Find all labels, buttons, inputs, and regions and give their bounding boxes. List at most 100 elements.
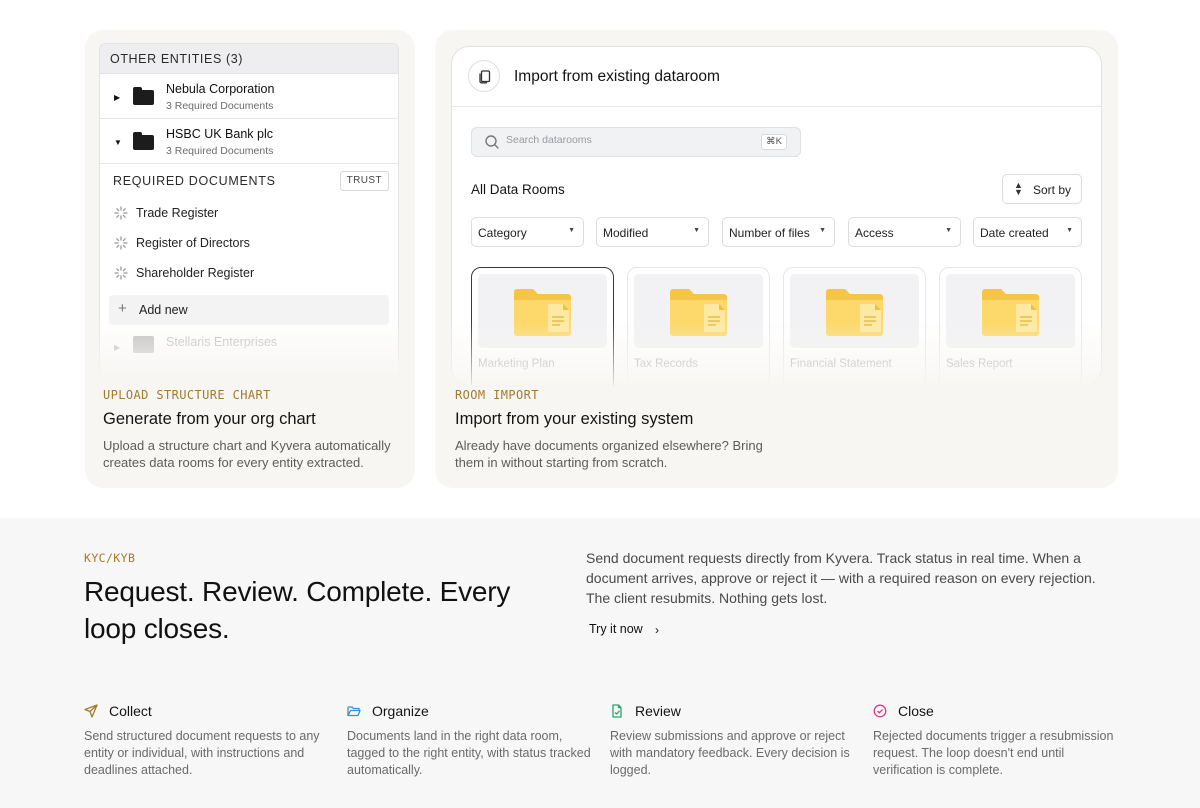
- feature-title: Close: [898, 703, 934, 719]
- chevron-down-icon: ▼: [945, 227, 952, 234]
- folder-icon: [133, 87, 154, 105]
- caption-title: Generate from your org chart: [103, 410, 316, 428]
- try-it-now-label: Try it now: [589, 622, 643, 636]
- filter-number-of-files[interactable]: Number of files ▼: [722, 217, 835, 247]
- filter-date-created[interactable]: Date created ▼: [973, 217, 1082, 247]
- room-name: Financial Statement: [790, 358, 892, 370]
- org-chart-card: OTHER ENTITIES (3) ▶ Nebula Corporation …: [85, 30, 415, 488]
- feature-description: Documents land in the right data room, t…: [347, 729, 591, 777]
- room-thumbnail: [946, 274, 1075, 348]
- entity-row-nebula[interactable]: ▶ Nebula Corporation 3 Required Document…: [100, 74, 398, 119]
- send-icon: [84, 704, 98, 718]
- document-item[interactable]: Trade Register: [100, 198, 398, 228]
- caption-label: ROOM IMPORT: [455, 388, 539, 402]
- sort-by-button[interactable]: ▲ ▼ Sort by: [1002, 174, 1082, 204]
- entity-name: HSBC UK Bank plc: [166, 127, 273, 141]
- feature-description: Send structured document requests to any…: [84, 729, 320, 777]
- folder-icon: [133, 132, 154, 150]
- entity-doc-count: 3 Required Documents: [166, 100, 274, 112]
- filter-label: Number of files: [729, 226, 810, 240]
- chevron-down-icon: ▼: [568, 227, 575, 234]
- chevron-right-icon: ›: [655, 623, 659, 637]
- document-item[interactable]: Register of Directors: [100, 228, 398, 258]
- feature-description: Rejected documents trigger a resubmissio…: [873, 729, 1114, 777]
- card-caption: UPLOAD STRUCTURE CHART Generate from you…: [103, 388, 397, 471]
- all-data-rooms-heading: All Data Rooms: [471, 182, 565, 197]
- file-check-icon: [612, 704, 622, 718]
- chevron-down-icon: ▼: [1066, 227, 1073, 234]
- room-tile-tax-records[interactable]: Tax Records: [627, 267, 770, 385]
- section-lead: Send document requests directly from Kyv…: [586, 550, 1096, 606]
- filter-modified[interactable]: Modified ▼: [596, 217, 709, 247]
- import-panel-header: Import from existing dataroom: [452, 47, 1101, 107]
- room-thumbnail: [478, 274, 607, 348]
- chevron-down-icon: ▼: [693, 227, 700, 234]
- filter-access[interactable]: Access ▼: [848, 217, 961, 247]
- room-tile-marketing-plan[interactable]: Marketing Plan: [471, 267, 614, 385]
- filter-label: Modified: [603, 226, 649, 240]
- feature-title: Review: [635, 703, 681, 719]
- entities-panel: OTHER ENTITIES (3) ▶ Nebula Corporation …: [99, 43, 399, 378]
- room-name: Sales Report: [946, 358, 1013, 370]
- entity-name: Stellaris Enterprises: [166, 335, 278, 349]
- caption-description: Already have documents organized elsewhe…: [455, 438, 763, 470]
- feature-description: Review submissions and approve or reject…: [610, 729, 850, 777]
- filter-label: Category: [478, 226, 527, 240]
- required-documents-label: REQUIRED DOCUMENTS: [113, 174, 276, 188]
- copy-icon[interactable]: [468, 60, 500, 92]
- document-name: Register of Directors: [136, 236, 250, 250]
- search-input[interactable]: [506, 134, 746, 146]
- document-name: Trade Register: [136, 206, 219, 220]
- feature-title: Organize: [372, 703, 429, 719]
- add-new-label: Add new: [139, 303, 188, 317]
- room-name: Tax Records: [634, 358, 698, 370]
- sort-label: Sort by: [1033, 183, 1072, 197]
- trust-badge: TRUST: [339, 171, 389, 191]
- caret-down-icon[interactable]: ▼: [114, 138, 122, 147]
- feature-title: Collect: [109, 703, 152, 719]
- entity-name: Nebula Corporation: [166, 82, 275, 96]
- folder-icon: [133, 336, 154, 353]
- try-it-now-link[interactable]: Try it now ›: [589, 622, 659, 637]
- entity-row-stellaris[interactable]: ▶ Stellaris Enterprises: [100, 325, 398, 361]
- search-icon: [485, 135, 499, 149]
- folder-file-icon: [514, 289, 571, 336]
- document-item[interactable]: Shareholder Register: [100, 258, 398, 288]
- folder-file-icon: [982, 289, 1039, 336]
- plus-icon: +: [118, 300, 127, 317]
- loading-spinner-icon: [114, 236, 128, 250]
- loading-spinner-icon: [114, 266, 128, 280]
- section-headline: Request. Review. Complete. Every loop cl…: [84, 576, 511, 644]
- shortcut-hint: ⌘K: [761, 134, 787, 150]
- caption-title: Import from your existing system: [455, 410, 694, 428]
- filter-category[interactable]: Category ▼: [471, 217, 584, 247]
- filter-label: Date created: [980, 226, 1049, 240]
- document-name: Shareholder Register: [136, 266, 255, 280]
- kyc-section: KYC/KYB Request. Review. Complete. Every…: [0, 518, 1200, 808]
- card-caption: ROOM IMPORT Import from your existing sy…: [455, 388, 1100, 471]
- caption-label: UPLOAD STRUCTURE CHART: [103, 388, 271, 402]
- folder-open-icon: [347, 706, 361, 717]
- entity-doc-count: 3 Required Documents: [166, 145, 274, 157]
- loading-spinner-icon: [114, 206, 128, 220]
- required-documents-header: REQUIRED DOCUMENTS TRUST: [100, 164, 398, 198]
- entity-row-hsbc[interactable]: ▼ HSBC UK Bank plc 3 Required Documents: [100, 119, 398, 164]
- panel-title: Import from existing dataroom: [514, 68, 720, 85]
- room-tile-financial-statement[interactable]: Financial Statement: [783, 267, 926, 385]
- folder-file-icon: [670, 289, 727, 336]
- import-dataroom-panel: Import from existing dataroom ⌘K All Dat…: [451, 46, 1102, 386]
- room-name: Marketing Plan: [478, 358, 555, 370]
- add-new-button[interactable]: + Add new: [109, 295, 389, 325]
- entities-panel-header: OTHER ENTITIES (3): [100, 44, 398, 74]
- room-import-card: Import from existing dataroom ⌘K All Dat…: [435, 30, 1118, 488]
- chevron-down-icon: ▼: [819, 227, 826, 234]
- room-tile-sales-report[interactable]: Sales Report: [939, 267, 1082, 385]
- room-thumbnail: [634, 274, 763, 348]
- sort-arrows-icon: ▲ ▼: [1014, 180, 1023, 197]
- search-datarooms[interactable]: ⌘K: [471, 127, 801, 157]
- section-label: KYC/KYB: [84, 551, 136, 565]
- circle-check-icon: [873, 704, 887, 718]
- caption-description: Upload a structure chart and Kyvera auto…: [103, 438, 391, 470]
- folder-file-icon: [826, 289, 883, 336]
- caret-right-icon[interactable]: ▶: [114, 93, 120, 102]
